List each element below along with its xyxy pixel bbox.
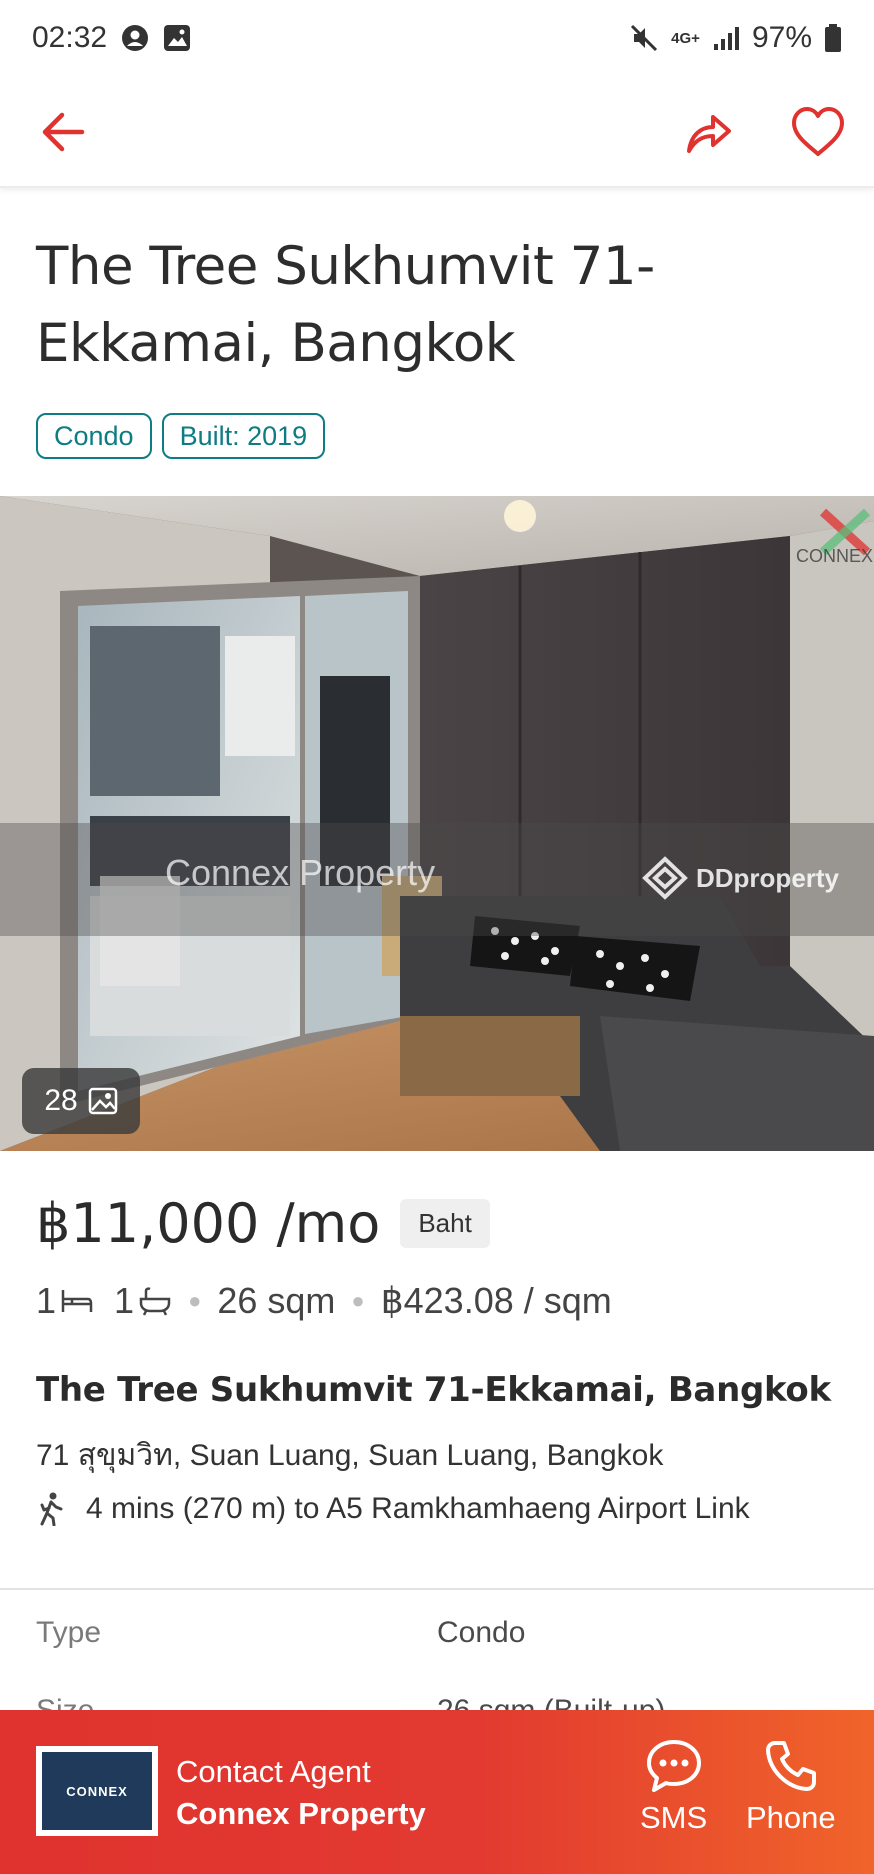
phone-icon	[765, 1741, 816, 1791]
photo-count: 28	[44, 1084, 78, 1117]
bed-icon	[60, 1286, 94, 1316]
listing-specs: 1 1 ● 26 sqm ● ฿423.08 / sqm	[36, 1280, 612, 1322]
listing-photo[interactable]: Connex Property DDproperty CONNEX 28	[0, 496, 874, 1151]
back-button[interactable]	[28, 96, 100, 168]
tag-property-type: Condo	[36, 413, 152, 459]
chat-bubble-icon	[646, 1740, 701, 1792]
price-per-sqm: ฿423.08 / sqm	[380, 1280, 612, 1321]
bed-count: 1	[36, 1280, 57, 1321]
walking-icon	[40, 1492, 63, 1526]
top-app-bar	[0, 76, 874, 188]
bath-icon	[138, 1286, 172, 1316]
unit-size: 26 sqm	[217, 1280, 336, 1321]
transit-text: 4 mins (270 m) to A5 Ramkhamhaeng Airpor…	[86, 1492, 750, 1525]
bath-count: 1	[114, 1280, 135, 1321]
battery-percent: 97%	[751, 21, 812, 54]
phone-button[interactable]: Phone	[746, 1738, 836, 1836]
gallery-icon	[163, 24, 191, 52]
battery-icon	[824, 23, 842, 53]
network-type: 4G+	[671, 29, 700, 47]
account-icon	[121, 24, 149, 52]
location-address: 71 สุขุมวิท, Suan Luang, Suan Luang, Ban…	[36, 1439, 664, 1472]
watermark-connex-property: Connex Property	[165, 852, 436, 893]
price: ฿11,000 /mo	[36, 1192, 381, 1255]
listing-tags: Condo Built: 2019	[36, 413, 326, 459]
detail-value: Condo	[437, 1616, 526, 1649]
photo-count-button[interactable]: 28	[22, 1068, 140, 1134]
signal-icon	[712, 24, 740, 52]
image-icon	[88, 1087, 117, 1115]
phone-label: Phone	[746, 1800, 836, 1835]
status-time: 02:32	[32, 21, 108, 54]
contact-bar: CONNEX Contact Agent Connex Property SMS…	[0, 1710, 874, 1874]
transit-info: 4 mins (270 m) to A5 Ramkhamhaeng Airpor…	[36, 1492, 750, 1526]
currency-badge: Baht	[400, 1199, 490, 1248]
agent-logo[interactable]: CONNEX	[36, 1746, 158, 1836]
location-name: The Tree Sukhumvit 71-Ekkamai, Bangkok	[36, 1370, 831, 1410]
price-row: ฿11,000 /mo Baht	[36, 1192, 490, 1255]
status-bar: 02:32 4G+ 97%	[0, 0, 874, 76]
spec-separator: ●	[351, 1288, 365, 1313]
section-divider	[0, 1588, 874, 1590]
share-icon	[687, 115, 731, 153]
spec-separator: ●	[188, 1288, 202, 1313]
listing-title: The Tree Sukhumvit 71-Ekkamai, Bangkok	[36, 236, 655, 374]
agent-name[interactable]: Connex Property	[176, 1796, 426, 1832]
tag-built-year: Built: 2019	[161, 413, 326, 459]
watermark-ddproperty: DDproperty	[642, 856, 839, 900]
detail-key: Type	[36, 1616, 102, 1649]
mute-icon	[629, 23, 659, 53]
back-arrow-icon	[42, 112, 85, 152]
heart-icon	[792, 107, 844, 156]
sms-label: SMS	[640, 1800, 708, 1835]
photo-corner-logo: CONNEX	[796, 508, 873, 567]
contact-agent-label: Contact Agent	[176, 1754, 371, 1789]
agent-logo-text: CONNEX	[42, 1752, 152, 1830]
sms-button[interactable]: SMS	[640, 1738, 707, 1836]
share-button[interactable]	[672, 96, 744, 168]
room-photo-illustration	[0, 496, 874, 1151]
favorite-button[interactable]	[782, 96, 854, 168]
detail-row-type: Type Condo	[36, 1616, 836, 1650]
ddproperty-logo-icon	[642, 856, 688, 900]
